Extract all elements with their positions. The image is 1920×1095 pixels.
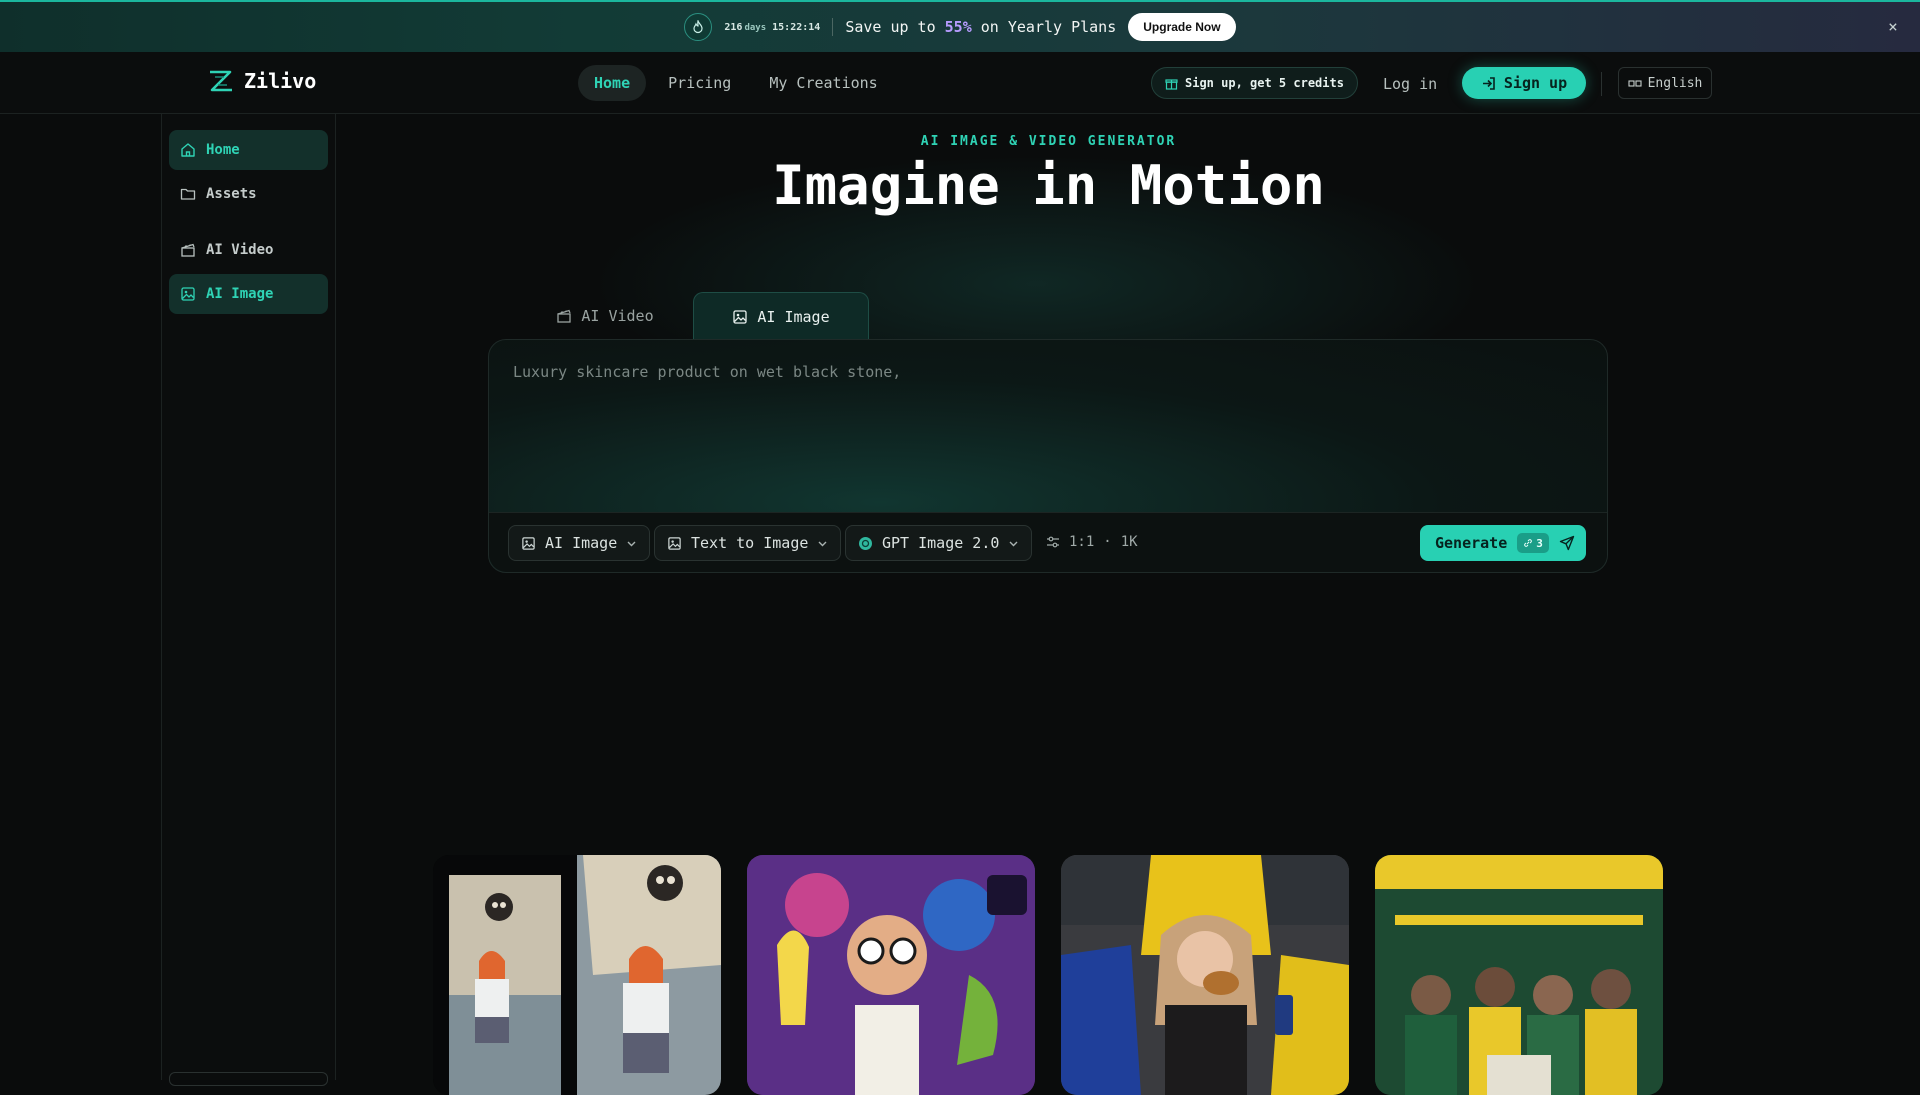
close-icon[interactable]: ×	[1884, 18, 1902, 36]
zilivo-logo-icon	[210, 70, 232, 92]
promo-text: Save up to 55% on Yearly Plans	[845, 18, 1116, 36]
gallery-thumbnail	[1375, 855, 1663, 1095]
sidebar-item-label: AI Video	[206, 242, 274, 258]
credits-label: Sign up, get 5 credits	[1185, 76, 1344, 90]
tab-ai-video[interactable]: AI Video	[517, 292, 693, 340]
signup-credits-button[interactable]: Sign up, get 5 credits	[1151, 67, 1358, 99]
ratio-label: 1:1	[1069, 534, 1095, 550]
tab-ai-image[interactable]: AI Image	[693, 292, 869, 340]
sidebar-item-ai-video[interactable]: AI Video	[169, 230, 328, 270]
mode-dropdown[interactable]: AI Image	[508, 525, 651, 561]
type-dropdown[interactable]: Text to Image	[654, 525, 842, 561]
top-header: Zilivo Home Pricing My Creations Sign up…	[0, 52, 1920, 114]
language-icon	[1628, 80, 1642, 87]
gallery-thumbnail	[1061, 855, 1349, 1095]
generate-label: Generate	[1435, 534, 1508, 552]
image-icon	[181, 287, 195, 301]
countdown-timer: 216 days 15:22:14	[724, 22, 820, 33]
main-nav: Home Pricing My Creations	[578, 65, 894, 101]
gallery-card-stadium-fan-burger[interactable]	[1061, 855, 1349, 1095]
gallery-card-anime-girl-pirate-ship[interactable]	[433, 855, 721, 1095]
aspect-ratio-settings[interactable]: 1:1 · 1K	[1046, 534, 1138, 550]
language-selector[interactable]: English	[1618, 67, 1712, 99]
sidebar: Home Assets AI Video AI Image	[161, 114, 336, 1086]
logo[interactable]: Zilivo	[206, 68, 316, 94]
nav-pricing[interactable]: Pricing	[652, 65, 747, 101]
gift-icon	[1165, 78, 1178, 90]
promo-suffix: on Yearly Plans	[971, 18, 1117, 36]
sidebar-item-label: Assets	[206, 186, 257, 202]
timer-days-unit: days	[744, 22, 767, 33]
language-label: English	[1647, 75, 1703, 91]
tab-label: AI Video	[581, 307, 654, 325]
resolution-label: 1K	[1120, 534, 1138, 550]
composer-toolbar: AI Image Text to Image GPT Image 2.0 1:1…	[489, 512, 1607, 572]
sidebar-item-label: AI Image	[206, 286, 274, 302]
gallery-thumbnail	[747, 855, 1035, 1095]
tab-label: AI Image	[757, 307, 830, 326]
home-icon	[181, 143, 195, 157]
generate-button[interactable]: Generate 3	[1420, 525, 1586, 561]
nav-home[interactable]: Home	[578, 65, 647, 101]
model-dropdown[interactable]: GPT Image 2.0	[845, 525, 1033, 561]
link-icon	[1524, 539, 1533, 547]
sidebar-item-home[interactable]: Home	[169, 130, 328, 170]
header-divider	[1601, 72, 1602, 96]
clapperboard-icon	[557, 309, 572, 323]
sidebar-item-ai-image[interactable]: AI Image	[169, 274, 328, 314]
timer-clock: 15:22:14	[772, 21, 821, 33]
image-icon	[733, 309, 748, 324]
credit-cost: 3	[1536, 536, 1543, 550]
gallery-card-brasil-world-cup-poster[interactable]	[1375, 855, 1663, 1095]
signup-button[interactable]: Sign up	[1462, 67, 1586, 99]
sidebar-bottom-panel	[169, 1072, 328, 1086]
promo-prefix: Save up to	[845, 18, 945, 36]
generator-tabs: AI Video AI Image	[517, 292, 869, 340]
sidebar-item-assets[interactable]: Assets	[169, 174, 328, 214]
logo-name: Zilivo	[244, 69, 317, 93]
type-label: Text to Image	[691, 534, 809, 552]
openai-logo-icon	[859, 536, 872, 550]
promo-banner: 216 days 15:22:14 Save up to 55% on Year…	[0, 0, 1920, 52]
ratio-separator: ·	[1103, 534, 1112, 550]
banner-divider	[832, 18, 834, 36]
signup-label: Sign up	[1503, 74, 1568, 92]
prompt-input[interactable]: Luxury skincare product on wet black sto…	[513, 363, 901, 381]
nav-my-creations[interactable]: My Creations	[753, 65, 893, 101]
login-link[interactable]: Log in	[1383, 75, 1437, 93]
promo-percent: 55%	[944, 18, 972, 36]
folder-icon	[180, 188, 196, 200]
hero-title: Imagine in Motion	[772, 154, 1325, 217]
sidebar-item-label: Home	[206, 142, 240, 158]
chevron-down-icon	[1009, 541, 1018, 546]
upgrade-now-button[interactable]: Upgrade Now	[1128, 13, 1236, 41]
model-label: GPT Image 2.0	[882, 534, 1000, 552]
gallery-thumbnail	[433, 855, 721, 1095]
gallery-card-tiktok-monsters-poster[interactable]	[747, 855, 1035, 1095]
send-icon	[1559, 535, 1575, 551]
timer-days: 216	[724, 21, 743, 33]
flame-timer-icon	[684, 13, 713, 41]
mode-label: AI Image	[545, 534, 618, 552]
image-icon	[668, 536, 681, 550]
chevron-down-icon	[818, 541, 827, 546]
prompt-composer: Luxury skincare product on wet black sto…	[488, 339, 1608, 573]
credit-cost-badge: 3	[1517, 533, 1549, 553]
hero-eyebrow: AI IMAGE & VIDEO GENERATOR	[920, 134, 1177, 149]
image-icon	[522, 536, 535, 550]
chevron-down-icon	[627, 541, 636, 546]
login-arrow-icon	[1482, 76, 1495, 90]
clapperboard-icon	[181, 243, 195, 257]
settings-sliders-icon	[1047, 536, 1059, 548]
